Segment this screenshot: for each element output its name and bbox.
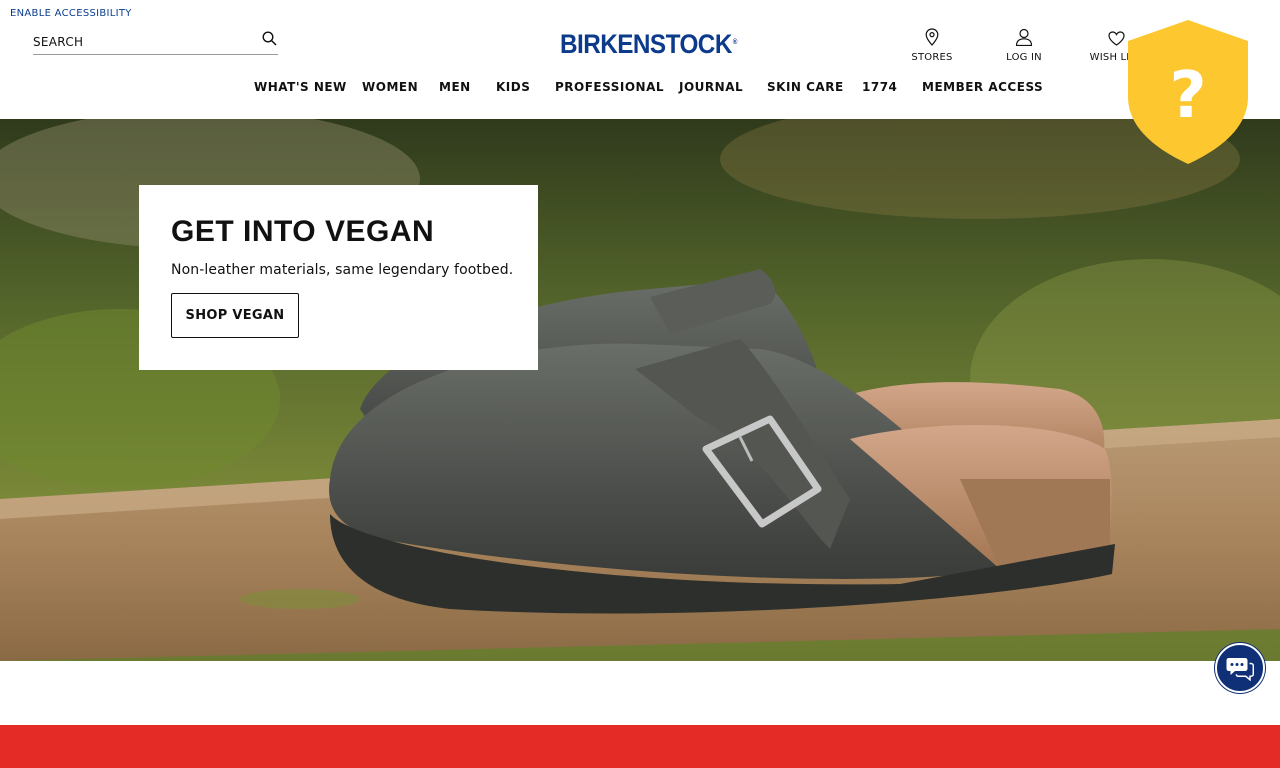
promo-strip bbox=[0, 725, 1280, 768]
promo-card: GET INTO VEGAN Non-leather materials, sa… bbox=[139, 185, 538, 370]
enable-accessibility-link[interactable]: ENABLE ACCESSIBILITY bbox=[10, 8, 132, 19]
nav-item-women[interactable]: WOMEN bbox=[362, 80, 418, 94]
promo-title: GET INTO VEGAN bbox=[171, 215, 435, 248]
brand-logo[interactable]: BIRKENSTOCK® bbox=[560, 29, 737, 60]
location-pin-icon bbox=[925, 26, 939, 46]
help-badge[interactable]: ? bbox=[1126, 19, 1250, 165]
nav-item-1774[interactable]: 1774 bbox=[862, 80, 897, 94]
nav-item-whats-new[interactable]: WHAT'S NEW bbox=[254, 80, 347, 94]
question-shield-icon: ? bbox=[1128, 20, 1248, 164]
login-link[interactable]: LOG IN bbox=[997, 26, 1051, 63]
main-nav: WHAT'S NEW WOMEN MEN KIDS PROFESSIONAL J… bbox=[0, 80, 1280, 98]
promo-subtitle: Non-leather materials, same legendary fo… bbox=[171, 262, 514, 278]
registered-mark: ® bbox=[732, 39, 738, 46]
search-input[interactable] bbox=[33, 33, 261, 49]
heart-icon bbox=[1107, 26, 1125, 46]
search-bar[interactable] bbox=[33, 28, 278, 55]
user-icon bbox=[1015, 26, 1033, 46]
nav-item-member-access[interactable]: MEMBER ACCESS bbox=[922, 80, 1043, 94]
svg-text:?: ? bbox=[1169, 59, 1206, 133]
nav-item-skin-care[interactable]: SKIN CARE bbox=[767, 80, 844, 94]
chat-button[interactable] bbox=[1215, 643, 1265, 693]
nav-item-kids[interactable]: KIDS bbox=[496, 80, 530, 94]
nav-item-professional[interactable]: PROFESSIONAL bbox=[555, 80, 664, 94]
stores-link[interactable]: STORES bbox=[905, 26, 959, 63]
chat-bubbles-icon bbox=[1226, 658, 1254, 681]
login-label: LOG IN bbox=[1006, 52, 1042, 63]
nav-item-journal[interactable]: JOURNAL bbox=[679, 80, 743, 94]
brand-name: BIRKENSTOCK bbox=[560, 29, 732, 59]
stores-label: STORES bbox=[911, 52, 953, 63]
shop-vegan-button[interactable]: SHOP VEGAN bbox=[171, 293, 299, 338]
search-icon[interactable] bbox=[261, 30, 277, 46]
nav-item-men[interactable]: MEN bbox=[439, 80, 471, 94]
